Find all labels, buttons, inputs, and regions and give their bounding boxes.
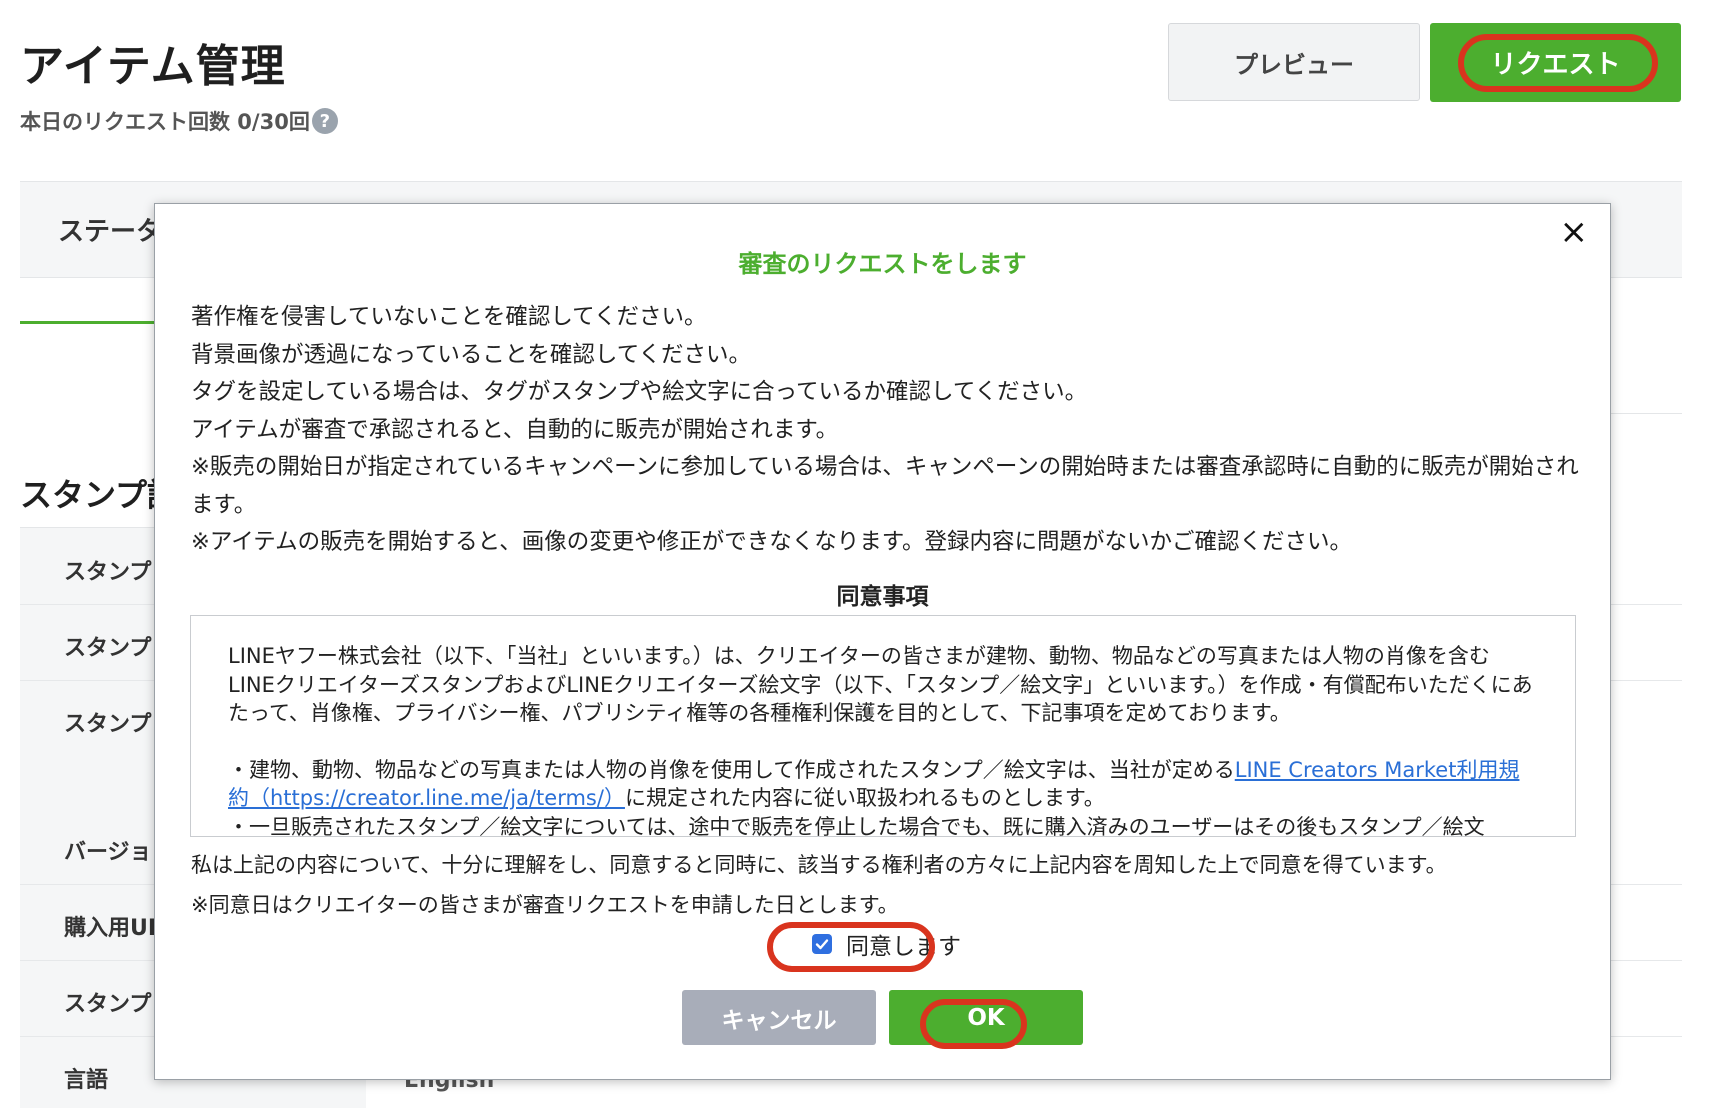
help-icon[interactable]: ? (311, 108, 338, 134)
instruction-line: ※販売の開始日が指定されているキャンペーンに参加している場合は、キャンペーンの開… (191, 454, 1579, 518)
checkbox-checked-icon[interactable] (812, 934, 832, 954)
detail-label: 言語 (64, 1068, 109, 1093)
terms-paragraph: ・建物、動物、物品などの写真または人物の肖像を使用して作成されたスタンプ／絵文字… (228, 756, 1535, 813)
status-label: ステータ (58, 217, 163, 247)
instruction-line: タグを設定している場合は、タグがスタンプや絵文字に合っているか確認してください。 (191, 379, 1088, 405)
dialog-instructions: 著作権を侵害していないことを確認してください。 背景画像が透過になっていることを… (191, 299, 1582, 562)
request-count-text: 本日のリクエスト回数 0/30回 (20, 110, 310, 134)
detail-label: スタンプ (64, 560, 152, 585)
instruction-line: ※アイテムの販売を開始すると、画像の変更や修正ができなくなります。登録内容に問題… (191, 529, 1352, 555)
preview-button[interactable]: プレビュー (1168, 23, 1420, 101)
request-button[interactable]: リクエスト (1430, 23, 1681, 102)
request-count: 本日のリクエスト回数 0/30回 ? (20, 106, 338, 136)
active-tab-indicator (20, 321, 156, 324)
detail-label: 購入用UF (64, 916, 163, 941)
agreement-title: 同意事項 (836, 584, 929, 610)
cancel-button[interactable]: キャンセル (682, 990, 876, 1045)
tab-divider (1600, 413, 1682, 414)
terms-scroll-box[interactable]: LINEヤフー株式会社（以下、「当社」といいます。）は、クリエイターの皆さまが建… (190, 615, 1576, 837)
consent-note: ※同意日はクリエイターの皆さまが審査リクエストを申請した日とします。 (191, 893, 899, 917)
consent-text: 私は上記の内容について、十分に理解をし、同意すると同時に、該当する権利者の方々に… (191, 853, 1447, 877)
ok-button[interactable]: OK (889, 990, 1083, 1045)
detail-label: スタンプ (64, 992, 152, 1017)
terms-text: に規定された内容に従い取扱われるものとします。 (624, 786, 1105, 810)
terms-text: ・建物、動物、物品などの写真または人物の肖像を使用して作成されたスタンプ／絵文字… (228, 757, 1235, 782)
terms-paragraph: ・一旦販売されたスタンプ／絵文字については、途中で販売を停止した場合でも、既に購… (228, 814, 1485, 837)
dialog-title: 審査のリクエストをします (738, 250, 1027, 278)
agree-checkbox[interactable]: 同意します (812, 927, 961, 961)
detail-label: バージョ (64, 840, 152, 865)
instruction-line: 背景画像が透過になっていることを確認してください。 (191, 341, 752, 368)
instruction-line: 著作権を侵害していないことを確認してください。 (191, 304, 707, 330)
detail-label: スタンプ (64, 712, 152, 737)
detail-label: スタンプ (64, 636, 152, 661)
page-title: アイテム管理 (20, 41, 286, 92)
instruction-line: アイテムが審査で承認されると、自動的に販売が開始されます。 (191, 416, 839, 443)
request-review-dialog: × 審査のリクエストをします 著作権を侵害していないことを確認してください。 背… (154, 203, 1611, 1080)
terms-paragraph: LINEヤフー株式会社（以下、「当社」といいます。）は、クリエイターの皆さまが建… (228, 644, 1533, 725)
agree-checkbox-label[interactable]: 同意します (846, 927, 961, 961)
